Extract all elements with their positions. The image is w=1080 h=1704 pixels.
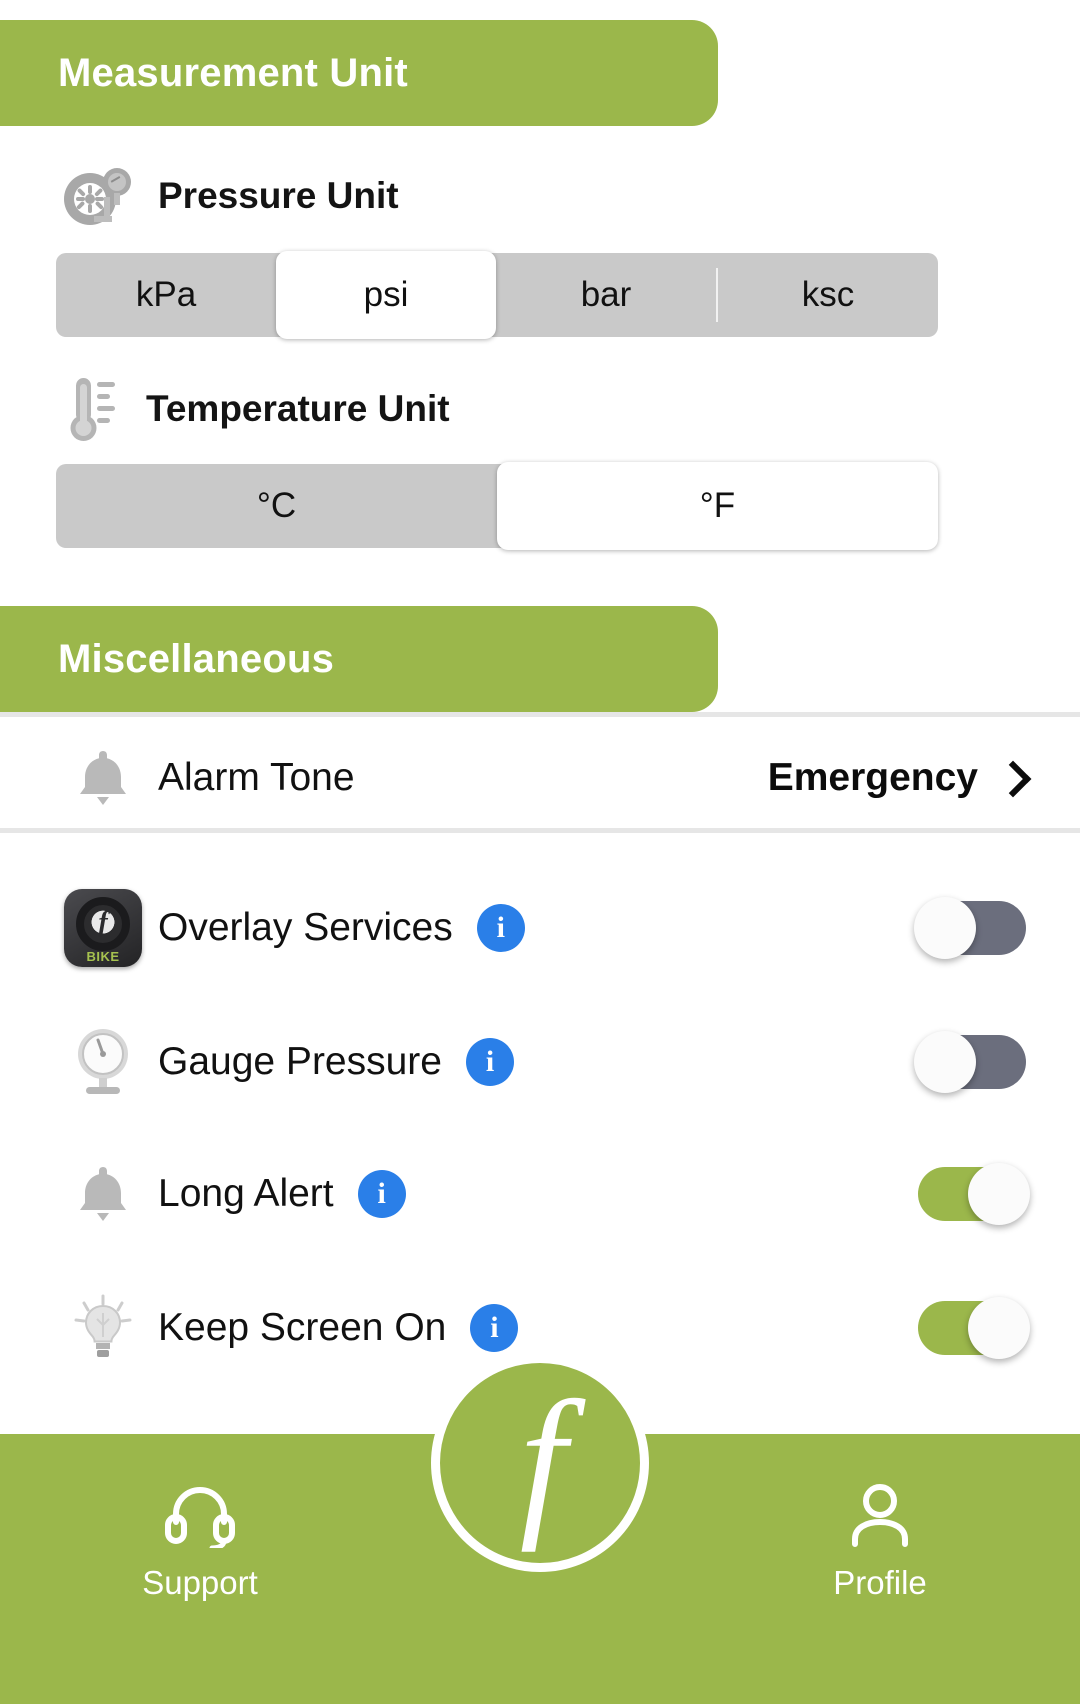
row-long-alert[interactable]: Long Alert i <box>0 1156 1080 1232</box>
brand-logo-fab[interactable]: f <box>431 1354 649 1572</box>
segment-bar[interactable]: bar <box>496 253 716 337</box>
info-icon[interactable]: i <box>476 904 525 952</box>
divider <box>0 712 1080 717</box>
lightbulb-icon <box>48 1293 158 1363</box>
chevron-right-icon[interactable] <box>996 763 1026 793</box>
headset-icon <box>164 1482 236 1548</box>
segment-celsius[interactable]: °C <box>56 464 497 548</box>
pressure-unit-label: Pressure Unit <box>158 175 399 216</box>
toggle-knob <box>968 1297 1030 1359</box>
temperature-unit-header: Temperature Unit <box>60 374 450 444</box>
gauge-dial-icon <box>48 1026 158 1098</box>
info-icon[interactable]: i <box>466 1038 514 1086</box>
alarm-tone-value-group[interactable]: Emergency <box>768 756 1026 800</box>
nav-label-profile: Profile <box>833 1564 927 1601</box>
info-icon[interactable]: i <box>470 1304 519 1352</box>
gauge-pressure-label: Gauge Pressure <box>158 1040 442 1083</box>
section-header-miscellaneous: Miscellaneous <box>0 606 718 712</box>
toggle-knob <box>914 1031 976 1093</box>
long-alert-toggle-wrap[interactable] <box>918 1163 1030 1225</box>
row-gauge-pressure[interactable]: Gauge Pressure i <box>0 1024 1080 1100</box>
bell-icon <box>48 747 158 809</box>
pressure-unit-header: Pressure Unit <box>60 163 399 229</box>
alarm-tone-value: Emergency <box>767 755 978 799</box>
thermometer-icon <box>60 374 124 444</box>
toggle-knob <box>968 1163 1030 1225</box>
temperature-unit-segmented-control[interactable]: °C °F <box>56 462 938 550</box>
bell-icon <box>48 1163 158 1225</box>
overlay-services-toggle-wrap[interactable] <box>914 897 1026 959</box>
keep-screen-on-toggle-wrap[interactable] <box>918 1297 1030 1359</box>
nav-item-support[interactable]: Support <box>0 1434 400 1602</box>
person-icon <box>847 1482 913 1548</box>
app-icon-text: BIKE <box>86 949 120 964</box>
keep-screen-on-label: Keep Screen On <box>158 1306 447 1349</box>
temperature-unit-label: Temperature Unit <box>146 388 450 429</box>
section-title: Miscellaneous <box>58 636 335 681</box>
segment-ksc[interactable]: ksc <box>718 253 938 337</box>
info-icon[interactable]: i <box>357 1170 406 1218</box>
section-title: Measurement Unit <box>58 50 408 95</box>
keep-screen-on-toggle[interactable] <box>918 1297 1030 1359</box>
tire-pressure-gauge-icon <box>60 163 136 229</box>
alarm-tone-label: Alarm Tone <box>158 755 355 799</box>
row-overlay-services[interactable]: f BIKE Overlay Services i <box>0 889 1080 967</box>
divider <box>0 828 1080 833</box>
pressure-unit-segmented-control[interactable]: kPa psi bar ksc <box>56 251 938 339</box>
settings-screen: Measurement Unit Pressure Unit kPa psi b… <box>0 0 1080 1704</box>
row-alarm-tone[interactable]: Alarm Tone Emergency <box>0 725 1080 830</box>
toggle-knob <box>914 897 976 959</box>
gauge-pressure-toggle-wrap[interactable] <box>914 1031 1026 1093</box>
nav-label-support: Support <box>142 1564 258 1601</box>
segment-kpa[interactable]: kPa <box>56 253 276 337</box>
fab-glyph: f <box>519 1366 567 1553</box>
nav-item-profile[interactable]: Profile <box>680 1434 1080 1602</box>
gauge-pressure-toggle[interactable] <box>914 1031 1026 1093</box>
long-alert-toggle[interactable] <box>918 1163 1030 1225</box>
segment-fahrenheit[interactable]: °F <box>497 462 938 550</box>
overlay-services-toggle[interactable] <box>914 897 1026 959</box>
app-tire-bike-icon: f BIKE <box>48 889 158 967</box>
segment-psi[interactable]: psi <box>276 251 496 339</box>
overlay-services-label: Overlay Services <box>158 906 453 949</box>
section-header-measurement-unit: Measurement Unit <box>0 20 718 126</box>
long-alert-label: Long Alert <box>158 1172 334 1215</box>
